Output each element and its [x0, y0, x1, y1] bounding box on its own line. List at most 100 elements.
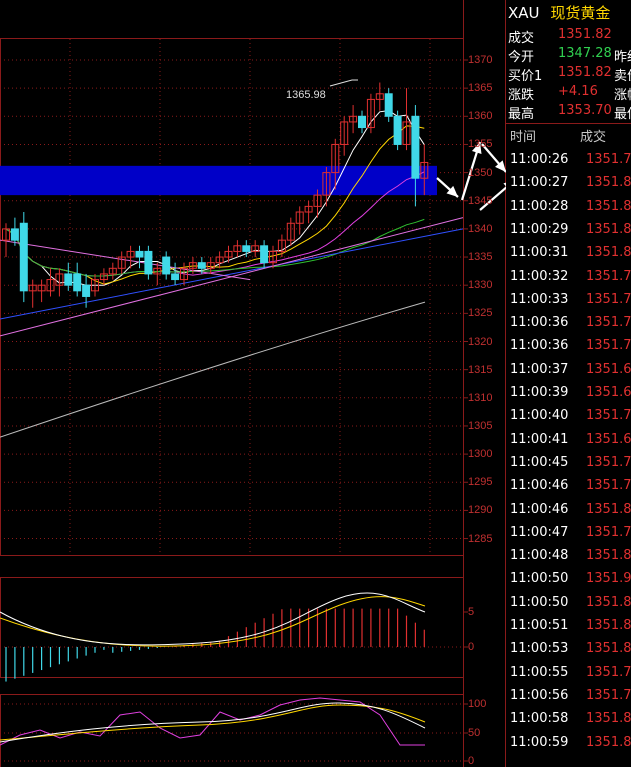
tick-time: 11:00:36 — [510, 315, 569, 331]
tick-time: 11:00:47 — [510, 524, 569, 540]
quote-row-value: 1351.82 — [558, 65, 612, 80]
ma5-line — [5, 110, 425, 286]
macd-frame — [0, 577, 464, 678]
tick-price: 1351.80 — [586, 711, 631, 727]
candle-down — [73, 273, 82, 292]
kdj-tick-label: 50 — [468, 727, 481, 739]
quote-row-value: 1351.82 — [558, 27, 612, 42]
kdj-k-line — [0, 702, 426, 743]
price-tick-label: 1365 — [468, 82, 493, 95]
tick-row: 11:00:36 1351.72 — [506, 334, 631, 357]
kdj-panel — [0, 694, 468, 767]
tick-time: 11:00:50 — [510, 594, 569, 610]
tick-row: 11:00:32 1351.75 — [506, 265, 631, 288]
tick-row: 11:00:45 1351.71 — [506, 451, 631, 474]
tick-row: 11:00:58 1351.80 — [506, 707, 631, 730]
tick-time: 11:00:27 — [510, 175, 569, 191]
tick-price: 1351.85 — [586, 245, 631, 261]
price-tick-label: 1355 — [468, 138, 493, 151]
tick-row: 11:00:56 1351.75 — [506, 684, 631, 707]
quote-row-value: +4.16 — [558, 84, 598, 99]
candle-down — [64, 273, 73, 286]
candle-down — [19, 222, 28, 292]
tick-price: 1351.75 — [586, 268, 631, 284]
tick-price: 1351.65 — [586, 385, 631, 400]
tick-time: 11:00:46 — [510, 478, 569, 494]
candle-down — [242, 245, 251, 252]
tick-row: 11:00:40 1351.70 — [506, 404, 631, 427]
price-tick-label: 1300 — [468, 448, 493, 461]
candle-down — [144, 250, 153, 275]
price-tick-label: 1350 — [468, 166, 493, 179]
tick-row: 11:00:51 1351.83 — [506, 614, 631, 637]
tick-time: 11:00:48 — [510, 548, 569, 564]
tick-row: 11:00:31 1351.85 — [506, 241, 631, 264]
tick-price: 1351.78 — [586, 152, 631, 167]
tick-time: 11:00:32 — [510, 268, 569, 284]
ma10-line — [5, 125, 425, 285]
kdj-tick-label: 100 — [468, 698, 487, 710]
price-tick-label: 1370 — [468, 54, 493, 66]
price-tick-label: 1295 — [468, 476, 493, 489]
chart-grid — [0, 0, 506, 767]
candle-down — [411, 115, 420, 179]
tick-price: 1351.78 — [586, 524, 631, 540]
tick-price: 1351.70 — [586, 408, 631, 424]
candle-down — [135, 250, 144, 258]
quote-row: 买价11351.82卖价 — [506, 63, 631, 84]
tick-price: 1351.82 — [586, 175, 631, 191]
tick-time: 11:00:56 — [510, 687, 569, 703]
tick-row: 11:00:50 1351.90 — [506, 567, 631, 590]
tick-time: 11:00:40 — [510, 408, 569, 424]
high-annotation-leader — [329, 79, 358, 87]
quote-row: 成交 1351.82 — [506, 25, 631, 46]
tick-price: 1351.82 — [586, 734, 631, 750]
tick-header: 时间 成交 — [506, 123, 631, 145]
quote-panel: XAU 现货黄金 成交1351.82今开1347.28昨结买价11351.82卖… — [506, 0, 631, 767]
symbol-code: XAU — [508, 4, 540, 22]
tick-row: 11:00:28 1351.87 — [506, 195, 631, 218]
tick-time: 11:00:37 — [510, 361, 569, 377]
tick-time: 11:00:33 — [510, 291, 569, 307]
tick-price: 1351.78 — [586, 664, 631, 680]
tick-price: 1351.75 — [586, 687, 631, 703]
quote-row-trail: 最低 — [614, 107, 631, 122]
kline-chart[interactable] — [0, 0, 506, 767]
kdj-d-line — [0, 704, 426, 741]
tick-row: 11:00:26 1351.78 — [506, 148, 631, 171]
tick-time: 11:00:36 — [510, 338, 569, 354]
tick-row: 11:00:33 1351.79 — [506, 288, 631, 311]
price-tick-label: 1345 — [468, 194, 493, 207]
price-tick-label: 1340 — [468, 222, 493, 235]
tick-price: 1351.79 — [586, 291, 631, 307]
tick-price: 1351.68 — [586, 361, 631, 377]
candle-down — [384, 93, 393, 117]
candle-down — [197, 262, 206, 269]
tick-time: 11:00:26 — [510, 152, 569, 167]
tick-price: 1351.85 — [586, 594, 631, 610]
tick-time: 11:00:31 — [510, 245, 569, 261]
tick-row: 11:00:36 1351.75 — [506, 311, 631, 334]
tick-price: 1351.75 — [586, 315, 631, 331]
symbol-name: 现货黄金 — [550, 4, 611, 22]
tick-time: 11:00:50 — [510, 571, 569, 587]
candle-down — [260, 245, 269, 264]
tick-row: 11:00:46 1351.76 — [506, 474, 631, 497]
tick-time: 11:00:53 — [510, 641, 569, 657]
kdj-tick-label: 0 — [468, 755, 475, 767]
price-tick-label: 1360 — [468, 110, 493, 123]
tick-price: 1351.69 — [586, 431, 631, 447]
quote-title[interactable]: XAU 现货黄金 — [508, 2, 610, 23]
tick-time: 11:00:55 — [510, 664, 569, 680]
tick-row: 11:00:29 1351.80 — [506, 218, 631, 241]
tick-row: 11:00:59 1351.82 — [506, 731, 631, 754]
price-tick-label: 1310 — [468, 391, 493, 404]
tick-time: 11:00:39 — [510, 385, 569, 400]
quote-row: 最高 1353.70最低 — [506, 101, 631, 122]
tick-time: 11:00:28 — [510, 198, 569, 214]
tick-row: 11:00:41 1351.69 — [506, 428, 631, 451]
price-tick-label: 1290 — [468, 504, 493, 517]
tick-row: 11:00:55 1351.78 — [506, 661, 631, 684]
tick-row: 11:00:27 1351.82 — [506, 171, 631, 194]
high-price-annotation: 1365.98 — [286, 89, 326, 101]
